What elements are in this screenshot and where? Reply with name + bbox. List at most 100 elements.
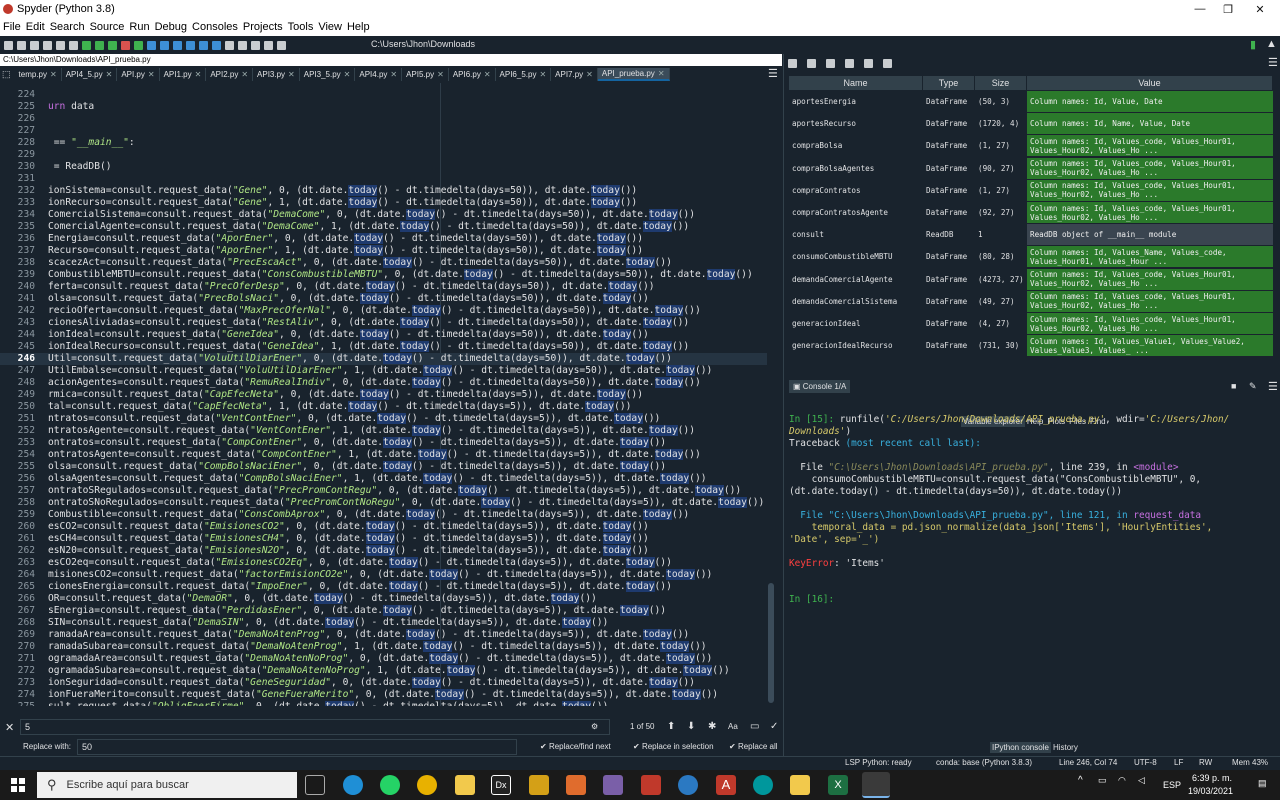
code-line[interactable]: 252 ntratosAgente=consult.request_data("V… [0, 425, 775, 437]
code-line[interactable]: 234 ComercialSistema=consult.request_data… [0, 209, 775, 221]
file2-path[interactable]: "C:\Users\Jhon\Downloads\API_prueba.py" [829, 510, 1049, 521]
code-line[interactable]: 236 Energia=consult.request_data("AporEne… [0, 233, 775, 245]
close-tab-icon[interactable]: ✕ [288, 68, 295, 81]
clear-console-icon[interactable]: ✎ [1249, 381, 1257, 392]
code-line[interactable]: 272 ogramadaSubarea=consult.request_data(… [0, 665, 775, 677]
editor-scrollbar[interactable] [767, 83, 775, 706]
code-line[interactable]: 231 [0, 173, 775, 185]
file1-path[interactable]: "C:\Users\Jhon\Downloads\API_prueba.py" [829, 462, 1049, 473]
parent-directory-icon[interactable]: ▲ [1266, 38, 1277, 50]
app-icon-blue[interactable] [678, 775, 698, 795]
column-header-value[interactable]: Value [1027, 76, 1273, 90]
code-line[interactable]: 257 ontratoSRegulados=consult.request_dat… [0, 485, 775, 497]
close-tab-icon[interactable]: ✕ [437, 68, 444, 81]
save-all-icon[interactable] [43, 40, 52, 50]
code-line[interactable]: 240 ferta=consult.request_data("PrecOferD… [0, 281, 775, 293]
remove-all-icon[interactable] [845, 58, 854, 68]
code-line[interactable]: 269 ramadaArea=consult.request_data("Dema… [0, 629, 775, 641]
replace-all-button[interactable]: ✔ Replace all [729, 742, 778, 751]
code-line[interactable]: 266 OR=consult.request_data("DemaOR", 0, … [0, 593, 775, 605]
wifi-icon[interactable]: ◠ [1118, 775, 1126, 786]
network-icon[interactable]: ▭ [1098, 775, 1107, 786]
code-line[interactable]: 246 Util=consult.request_data("VoluUtilDi… [0, 353, 775, 365]
continue-icon[interactable] [186, 40, 195, 50]
code-line[interactable]: 256 olsaAgentes=consult.request_data("Com… [0, 473, 775, 485]
scrollbar-thumb[interactable] [768, 583, 774, 703]
code-line[interactable]: 263 esCO2eq=consult.request_data("Emision… [0, 557, 775, 569]
code-line[interactable]: 265 cionesEnergia=consult.request_data("I… [0, 581, 775, 593]
step-return-icon[interactable] [173, 40, 182, 50]
volume-icon[interactable]: ◁ [1138, 775, 1145, 786]
fullscreen-icon[interactable] [225, 40, 234, 50]
code-line[interactable]: 242 recioOferta=consult.request_data("Max… [0, 305, 775, 317]
close-tab-icon[interactable]: ✕ [484, 68, 491, 81]
tab-api6-py[interactable]: API6.py ✕ [449, 68, 496, 81]
menu-item-debug[interactable]: Debug [155, 21, 187, 33]
close-tab-icon[interactable]: ✕ [106, 68, 113, 81]
close-tab-icon[interactable]: ✕ [50, 68, 57, 81]
dx-app-icon[interactable]: Dx [491, 775, 511, 795]
working-directory-path[interactable]: C:\Users\Jhon\Downloads [368, 37, 778, 52]
find-next-icon[interactable]: ⬇ [687, 721, 695, 732]
windows-start-icon[interactable] [11, 778, 25, 792]
code-line[interactable]: 273 ionSeguridad=consult.request_data("Ge… [0, 677, 775, 689]
code-line[interactable]: 232 ionSistema=consult.request_data("Gene… [0, 185, 775, 197]
arduino-icon[interactable] [753, 775, 773, 795]
close-tab-icon[interactable]: ✕ [658, 67, 665, 80]
refresh-icon[interactable] [883, 58, 892, 68]
close-tab-icon[interactable]: ✕ [539, 68, 546, 81]
regex-icon[interactable]: ✱ [708, 721, 716, 732]
autocad-icon[interactable]: A [716, 775, 736, 795]
replace-in-selection-button[interactable]: ✔ Replace in selection [633, 742, 714, 751]
run-cell-advance-icon[interactable] [108, 40, 117, 50]
tab-api3-py[interactable]: API3.py ✕ [253, 68, 300, 81]
whole-word-icon[interactable]: ▭ [750, 721, 759, 732]
code-line[interactable]: 258 ontratoSNoRegulados=consult.request_d… [0, 497, 775, 509]
new-file-icon[interactable] [4, 40, 13, 50]
code-line[interactable]: 238 scacezAct=consult.request_data("PrecE… [0, 257, 775, 269]
variable-row[interactable]: aportesRecurso DataFrame (1720, 4) Column n… [789, 113, 1273, 136]
variable-row[interactable]: compraBolsa DataFrame (1, 27) Column names:… [789, 135, 1273, 158]
code-line[interactable]: 226 [0, 113, 775, 125]
code-line[interactable]: 275 sult.request_data("ObligEnerFirme", 0… [0, 701, 775, 706]
code-line[interactable]: 249 rmica=consult.request_data("CapEfecNe… [0, 389, 775, 401]
step-into-icon[interactable] [160, 40, 169, 50]
variable-row[interactable]: consumoCombustibleMBTU DataFrame (80, 28) C… [789, 246, 1273, 269]
tab-api6_5-py[interactable]: API6_5.py ✕ [496, 68, 552, 81]
save-file-icon[interactable] [30, 40, 39, 50]
code-line[interactable]: 243 cionesAliviadas=consult.request_data(… [0, 317, 775, 329]
clock-time[interactable]: 6:39 p. m. [1192, 773, 1232, 783]
ipython-console[interactable]: In [15]: runfile('C:/Users/Jhon/Download… [789, 402, 1273, 746]
taskbar-search[interactable]: ⚲ Escribe aquí para buscar [37, 772, 297, 798]
close-window-button[interactable]: ✕ [1240, 0, 1280, 18]
variable-row[interactable]: compraBolsaAgentes DataFrame (90, 27) Colum… [789, 157, 1273, 180]
tab-browse-icon[interactable]: ⬚ [2, 69, 11, 80]
code-line[interactable]: 271 ogramadaArea=consult.request_data("De… [0, 653, 775, 665]
menu-item-view[interactable]: View [318, 21, 342, 33]
tray-chevron-icon[interactable]: ^ [1078, 775, 1083, 786]
code-line[interactable]: 225 urn data [0, 101, 775, 113]
excel-icon[interactable]: X [828, 775, 848, 795]
code-line[interactable]: 255 olsa=consult.request_data("CompBolsNa… [0, 461, 775, 473]
case-sensitive-toggle[interactable]: Aa [728, 722, 738, 731]
find-input[interactable]: 5 [20, 719, 610, 735]
code-line[interactable]: 250 tal=consult.request_data("CapEfecNeta… [0, 401, 775, 413]
tab-api5-py[interactable]: API5.py ✕ [402, 68, 449, 81]
edge-browser-icon[interactable] [343, 775, 363, 795]
editor-options-menu-icon[interactable]: ☰ [768, 67, 778, 80]
code-line[interactable]: 237 Recurso=consult.request_data("AporEne… [0, 245, 775, 257]
file-explorer-icon[interactable] [455, 775, 475, 795]
code-line[interactable]: 267 sEnergia=consult.request_data("Perdid… [0, 605, 775, 617]
code-line[interactable]: 264 misionesCO2=consult.request_data("fac… [0, 569, 775, 581]
variable-row[interactable]: compraContratosAgente DataFrame (92, 27) Co… [789, 202, 1273, 224]
language-indicator[interactable]: ESP [1163, 780, 1181, 790]
code-line[interactable]: 261 esCH4=consult.request_data("Emisiones… [0, 533, 775, 545]
code-editor[interactable]: 224 225 urn data 226 227 228 == "__main__": 22… [0, 83, 775, 706]
variable-row[interactable]: aportesEnergia DataFrame (50, 3) Column nam… [789, 91, 1273, 113]
console-options-menu-icon[interactable]: ☰ [1268, 380, 1278, 393]
tab-api2-py[interactable]: API2.py ✕ [206, 68, 254, 81]
menu-item-edit[interactable]: Edit [26, 21, 45, 33]
find-options-icon[interactable]: ⚙ [591, 722, 598, 731]
console-tab[interactable]: ▣ Console 1/A [789, 380, 851, 393]
clock-date[interactable]: 19/03/2021 [1188, 786, 1233, 796]
